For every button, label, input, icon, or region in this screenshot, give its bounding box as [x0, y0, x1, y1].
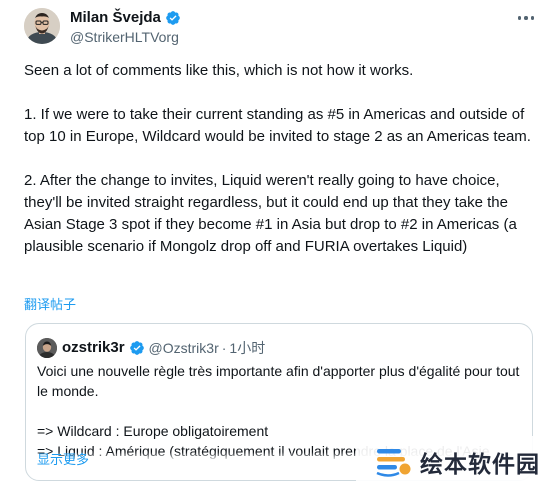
- watermark-text: 绘本软件园: [420, 451, 540, 477]
- translate-post-link[interactable]: 翻译帖子: [24, 297, 76, 313]
- quote-header: ozstrik3r @Ozstrik3r · 1小时: [62, 339, 265, 357]
- tweet-paragraph: 2. After the change to invites, Liquid w…: [24, 172, 521, 255]
- verified-badge-icon: [166, 11, 180, 25]
- tweet-page: Milan Švejda @StrikerHLTVorg Seen a lot …: [0, 0, 554, 488]
- quote-paragraph: Voici une nouvelle règle très importante…: [37, 363, 524, 399]
- verified-badge-icon: [129, 341, 144, 355]
- quote-separator: ·: [221, 340, 227, 356]
- quote-author-avatar[interactable]: [37, 338, 57, 358]
- tweet-paragraph: Seen a lot of comments like this, which …: [24, 62, 414, 79]
- quote-author-name[interactable]: ozstrik3r: [62, 339, 125, 357]
- tweet-header: Milan Švejda @StrikerHLTVorg: [0, 0, 554, 48]
- tweet-body: Seen a lot of comments like this, which …: [24, 60, 538, 258]
- author-name-row[interactable]: Milan Švejda: [70, 9, 181, 27]
- author-name[interactable]: Milan Švejda: [70, 9, 161, 27]
- tweet-paragraph: 1. If we were to take their current stan…: [24, 106, 531, 145]
- author-handle[interactable]: @StrikerHLTVorg: [70, 29, 179, 46]
- quote-timestamp[interactable]: 1小时: [229, 339, 265, 357]
- more-dots-icon[interactable]: [516, 10, 536, 26]
- show-more-link[interactable]: 显示更多: [37, 451, 89, 469]
- watermark-logo-icon: [376, 449, 411, 477]
- author-avatar[interactable]: [24, 8, 60, 44]
- quote-author-handle[interactable]: @Ozstrik3r: [149, 339, 219, 357]
- site-watermark: 绘本软件园: [356, 436, 554, 488]
